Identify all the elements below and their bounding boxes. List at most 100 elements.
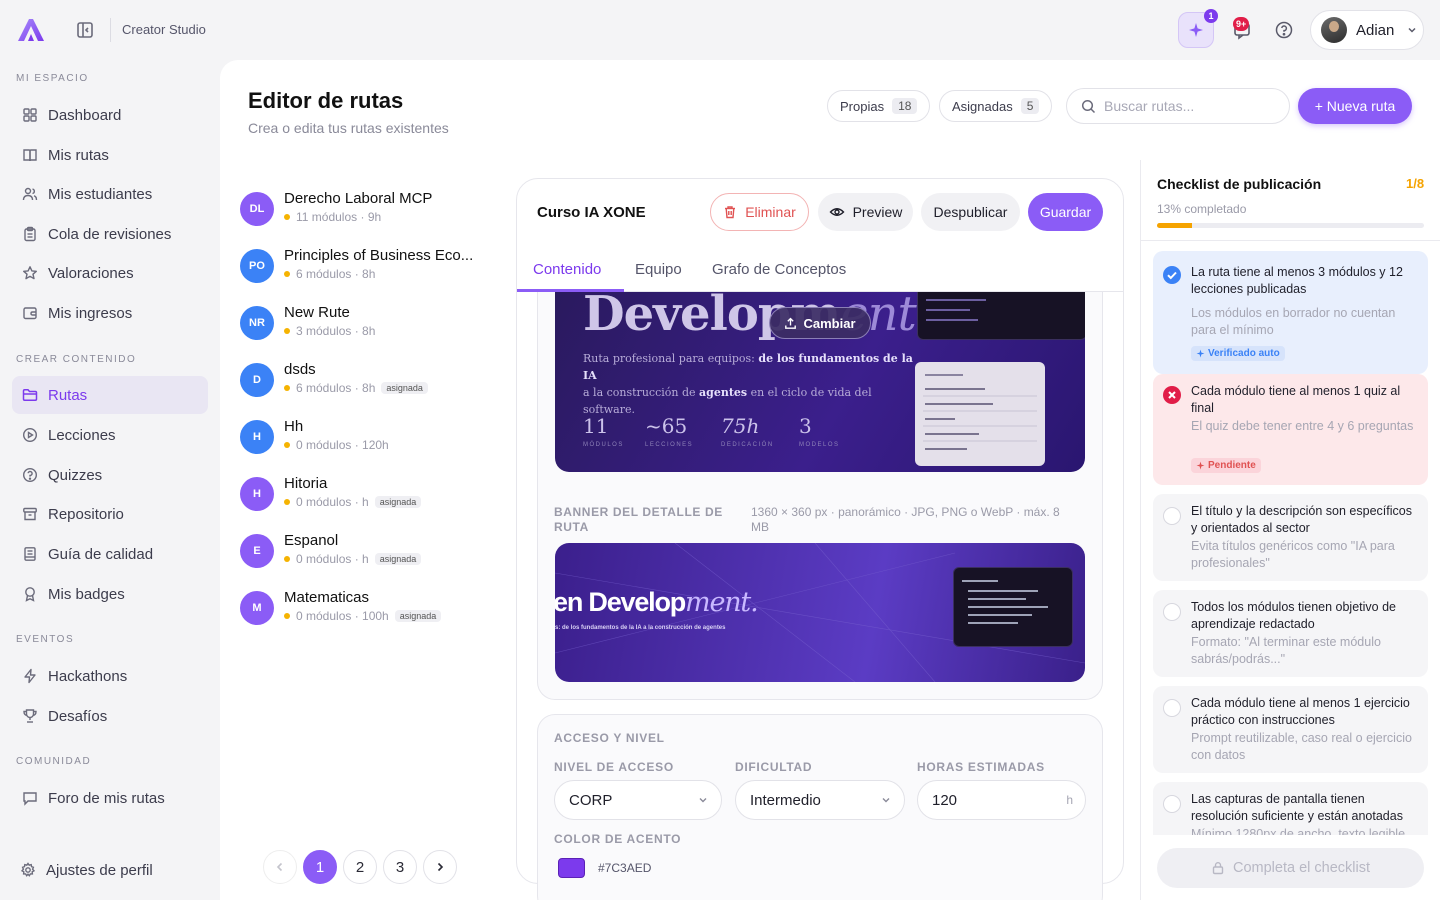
access-level-select[interactable]: CORP xyxy=(554,780,722,820)
filter-count: 5 xyxy=(1020,98,1040,114)
sidebar-item-label: Mis estudiantes xyxy=(48,185,153,203)
status-dot xyxy=(284,442,290,448)
accent-color-swatch[interactable] xyxy=(558,858,585,878)
route-item[interactable]: PO Principles of Business Eco... 6 módul… xyxy=(240,247,500,297)
route-item[interactable]: NR New Rute 3 módulos · 8h xyxy=(240,304,500,354)
checklist-title: Checklist de publicación xyxy=(1157,176,1322,192)
checklist-item[interactable]: La ruta tiene al menos 3 módulos y 12 le… xyxy=(1153,251,1428,374)
route-item[interactable]: H Hh 0 módulos · 120h xyxy=(240,418,500,468)
checklist-progress-text: 13% completado xyxy=(1157,202,1247,216)
user-menu[interactable]: Adian xyxy=(1310,10,1424,50)
settings-label: Ajustes de perfil xyxy=(46,861,153,879)
unpublish-button[interactable]: Despublicar xyxy=(921,193,1020,231)
checklist-item[interactable]: El título y la descripción son específic… xyxy=(1153,494,1428,581)
sidebar-item-foro[interactable]: Foro de mis rutas xyxy=(12,779,208,817)
banner-image[interactable]: en Development. s: de los fundamentos de… xyxy=(555,543,1085,682)
checklist-item-desc: Los módulos en borrador no cuentan para … xyxy=(1191,306,1396,337)
route-name: Derecho Laboral MCP xyxy=(284,190,433,207)
filter-asignadas[interactable]: Asignadas 5 xyxy=(939,90,1053,122)
top-bar: Creator Studio 1 9+ Adian xyxy=(0,0,1440,60)
sidebar-item-lecciones[interactable]: Lecciones xyxy=(12,416,208,454)
checklist-item[interactable]: Todos los módulos tienen objetivo de apr… xyxy=(1153,590,1428,677)
sparkle-icon xyxy=(1196,461,1205,470)
route-item[interactable]: M Matematicas 0 módulos · 100h asignada xyxy=(240,589,500,639)
chevron-down-icon xyxy=(1408,27,1416,33)
route-name: Matematicas xyxy=(284,589,370,606)
change-cover-label: Cambiar xyxy=(803,315,856,331)
sidebar-item-valoraciones[interactable]: Valoraciones xyxy=(12,254,208,292)
assigned-tag: asignada xyxy=(394,610,442,622)
brand-logo-icon[interactable] xyxy=(16,17,46,43)
settings-link[interactable]: Ajustes de perfil xyxy=(10,851,206,889)
award-icon xyxy=(25,587,35,602)
ai-assistant-button[interactable]: 1 xyxy=(1178,9,1218,48)
page-button-2[interactable]: 2 xyxy=(343,850,377,884)
complete-checklist-button[interactable]: Completa el checklist xyxy=(1157,848,1424,888)
tab-equipo[interactable]: Equipo xyxy=(635,261,682,278)
sidebar-item-guia-de-calidad[interactable]: Guía de calidad xyxy=(12,535,208,573)
route-item[interactable]: D dsds 6 módulos · 8h asignada xyxy=(240,361,500,411)
checklist-item-title: Cada módulo tiene al menos 1 ejercicio p… xyxy=(1191,696,1410,727)
sidebar-item-desafios[interactable]: Desafíos xyxy=(12,697,208,735)
filter-propias[interactable]: Propias 18 xyxy=(827,90,931,122)
new-route-button[interactable]: + Nueva ruta xyxy=(1298,88,1412,124)
checklist-item[interactable]: Cada módulo tiene al menos 1 quiz al fin… xyxy=(1153,374,1428,485)
save-button[interactable]: Guardar xyxy=(1028,193,1103,231)
cover-stat-label: MÓDULOS xyxy=(583,442,624,448)
change-cover-button[interactable]: Cambiar xyxy=(769,307,871,339)
page-next-button[interactable] xyxy=(423,850,457,884)
checklist-item-desc: Formato: "Al terminar este módulo sabrás… xyxy=(1191,635,1381,666)
route-item[interactable]: DL Derecho Laboral MCP 11 módulos · 9h xyxy=(240,190,500,240)
section-label: CREAR CONTENIDO xyxy=(16,354,137,365)
preview-label: Preview xyxy=(852,204,903,220)
tab-contenido[interactable]: Contenido xyxy=(533,261,601,278)
section-label: COMUNIDAD xyxy=(16,756,92,767)
checklist-item-title: El título y la descripción son específic… xyxy=(1191,504,1412,535)
search-input[interactable]: Buscar rutas... xyxy=(1066,88,1290,124)
route-meta-text: 3 módulos · 8h xyxy=(296,324,376,338)
sidebar-item-repositorio[interactable]: Repositorio xyxy=(12,495,208,533)
route-meta-text: 6 módulos · 8h xyxy=(296,267,376,281)
checklist-scroll[interactable]: La ruta tiene al menos 3 módulos y 12 le… xyxy=(1141,241,1440,835)
sidebar-item-mis-badges[interactable]: Mis badges xyxy=(12,575,208,613)
page-prev-button[interactable] xyxy=(263,850,297,884)
sidebar-item-label: Cola de revisiones xyxy=(48,225,172,243)
difficulty-select[interactable]: Intermedio xyxy=(735,780,905,820)
sidebar-item-hackathons[interactable]: Hackathons xyxy=(12,657,208,695)
route-meta-text: 6 módulos · 8h xyxy=(296,381,376,395)
sidebar-item-label: Mis ingresos xyxy=(48,304,133,322)
field-label: COLOR DE ACENTO xyxy=(554,832,682,846)
route-name: Principles of Business Eco... xyxy=(284,247,474,264)
route-item[interactable]: E Espanol 0 módulos · h asignada xyxy=(240,532,500,582)
sidebar-item-label: Mis badges xyxy=(48,585,125,603)
notifications-button[interactable]: 9+ xyxy=(1224,12,1260,48)
sidebar-item-mis-ingresos[interactable]: Mis ingresos xyxy=(12,294,208,332)
route-avatar: H xyxy=(240,420,274,454)
sidebar-item-mis-estudiantes[interactable]: Mis estudiantes xyxy=(12,175,208,213)
route-avatar: H xyxy=(240,477,274,511)
field-label: NIVEL DE ACCESO xyxy=(554,760,674,774)
hours-input[interactable]: 120 h xyxy=(917,780,1086,820)
sidebar-item-mis-rutas[interactable]: Mis rutas xyxy=(12,136,208,174)
sidebar-item-dashboard[interactable]: Dashboard xyxy=(12,96,208,134)
help-button[interactable] xyxy=(1266,12,1302,48)
route-avatar: M xyxy=(240,591,274,625)
checklist-item[interactable]: Las capturas de pantalla tienen resoluci… xyxy=(1153,782,1428,835)
sidebar-item-quizzes[interactable]: Quizzes xyxy=(12,456,208,494)
clipboard-icon xyxy=(24,226,36,242)
tab-grafo[interactable]: Grafo de Conceptos xyxy=(712,261,846,278)
route-item[interactable]: H Hitoria 0 módulos · h asignada xyxy=(240,475,500,525)
route-avatar: E xyxy=(240,534,274,568)
page-button-1[interactable]: 1 xyxy=(303,850,337,884)
code-snippet-graphic xyxy=(917,292,1085,340)
checklist-item[interactable]: Cada módulo tiene al menos 1 ejercicio p… xyxy=(1153,686,1428,773)
page-button-3[interactable]: 3 xyxy=(383,850,417,884)
chevron-down-icon xyxy=(699,798,707,803)
delete-button[interactable]: Eliminar xyxy=(710,193,809,231)
sidebar-item-rutas[interactable]: Rutas xyxy=(12,376,208,414)
preview-button[interactable]: Preview xyxy=(818,193,913,231)
sidebar-toggle-icon[interactable] xyxy=(75,20,95,40)
empty-circle-icon xyxy=(1163,603,1181,621)
sidebar-item-cola-de-revisiones[interactable]: Cola de revisiones xyxy=(12,215,208,253)
status-dot xyxy=(284,499,290,505)
